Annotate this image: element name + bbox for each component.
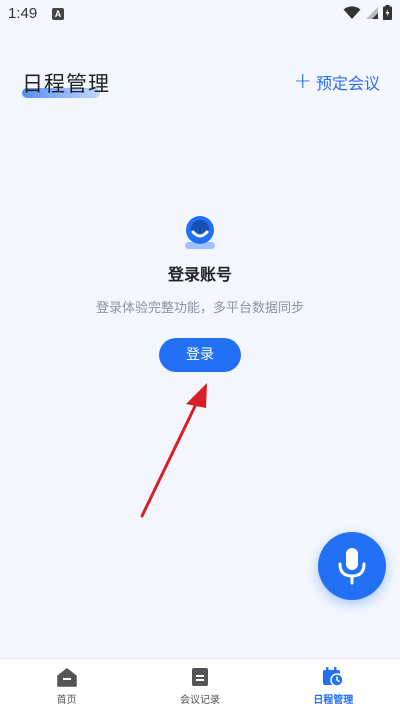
user-avatar-icon bbox=[185, 216, 215, 249]
tab-home[interactable]: 首页 bbox=[0, 659, 133, 712]
status-time: 1:49 bbox=[8, 5, 38, 22]
wifi-icon bbox=[343, 5, 361, 19]
document-icon bbox=[191, 668, 208, 686]
calendar-clock-icon bbox=[323, 667, 345, 687]
page-title-wrap: 日程管理 bbox=[22, 68, 110, 98]
login-prompt: 登录账号 登录体验完整功能，多平台数据同步 登录 bbox=[0, 215, 400, 372]
status-indicators bbox=[343, 5, 392, 20]
tab-meeting-records-label: 会议记录 bbox=[179, 695, 220, 706]
tab-home-label: 首页 bbox=[56, 695, 77, 706]
battery-icon bbox=[383, 5, 392, 20]
login-button[interactable]: 登录 bbox=[159, 338, 241, 372]
header: 日程管理 + 预定会议 bbox=[0, 60, 400, 104]
status-bar: 1:49 A bbox=[0, 0, 400, 28]
bottom-tab-bar: 首页 会议记录 日程管理 bbox=[0, 658, 400, 712]
tab-schedule[interactable]: 日程管理 bbox=[267, 659, 400, 712]
book-meeting-button[interactable]: + 预定会议 bbox=[294, 70, 380, 94]
book-meeting-label: 预定会议 bbox=[315, 74, 380, 93]
signal-icon bbox=[366, 6, 378, 19]
page-title: 日程管理 bbox=[22, 72, 110, 96]
tab-schedule-label: 日程管理 bbox=[313, 695, 354, 706]
login-description: 登录体验完整功能，多平台数据同步 bbox=[95, 301, 304, 316]
home-icon bbox=[56, 668, 77, 687]
microphone-icon bbox=[338, 548, 366, 585]
voice-input-button[interactable] bbox=[318, 532, 386, 600]
tab-meeting-records[interactable]: 会议记录 bbox=[133, 659, 266, 712]
app-notification-icon: A bbox=[52, 8, 64, 20]
plus-icon: + bbox=[293, 69, 312, 94]
login-heading: 登录账号 bbox=[167, 265, 232, 284]
